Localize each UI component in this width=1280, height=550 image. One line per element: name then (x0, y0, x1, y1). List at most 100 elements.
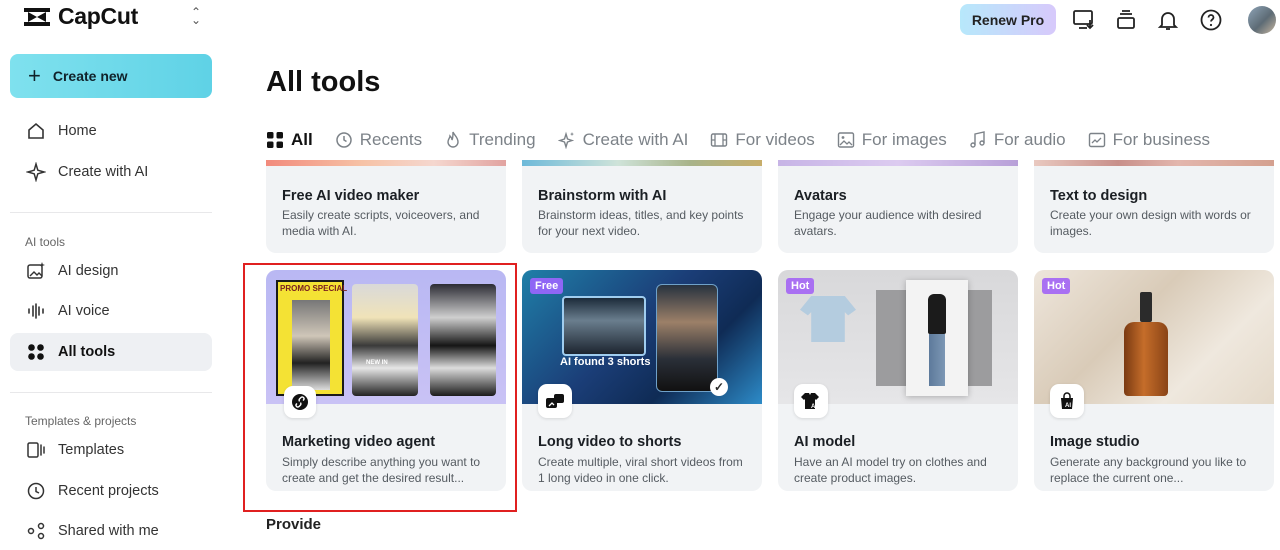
sparkle-icon (557, 131, 574, 149)
tab-recents[interactable]: Recents (335, 128, 422, 152)
tool-title: Free AI video maker (282, 188, 420, 204)
tool-card-free-ai-video-maker[interactable]: Free AI video maker Easily create script… (266, 160, 506, 253)
long-video-frame (562, 296, 646, 356)
sidebar-item-recent-projects[interactable]: Recent projects (10, 472, 212, 510)
template-icon (27, 442, 45, 458)
sidebar-item-label: All tools (58, 344, 116, 360)
tab-for-audio[interactable]: For audio (969, 128, 1066, 152)
tool-thumbnail (778, 160, 1018, 166)
tool-description: Generate any background you like to repl… (1050, 455, 1247, 485)
plus-icon: + (28, 63, 41, 88)
templates-projects-heading: Templates & projects (25, 414, 137, 428)
tab-for-business[interactable]: For business (1088, 128, 1210, 152)
sidebar-item-label: Shared with me (58, 523, 159, 539)
sidebar-item-label: Create with AI (58, 164, 149, 180)
create-new-button[interactable]: + Create new (10, 54, 212, 98)
grid-icon (267, 132, 283, 148)
monitor-download-icon[interactable] (1072, 8, 1096, 32)
sidebar-item-create-with-ai[interactable]: Create with AI (10, 153, 212, 191)
sidebar-item-ai-design[interactable]: AI design (10, 252, 212, 290)
tab-trending[interactable]: Trending (444, 128, 536, 152)
selection-highlight (243, 263, 517, 512)
ai-tools-heading: AI tools (25, 235, 66, 249)
chart-icon (1088, 132, 1105, 148)
sidebar-item-label: AI design (58, 263, 119, 279)
sidebar-item-all-tools[interactable]: All tools (10, 333, 212, 371)
tool-description: Create multiple, viral short videos from… (538, 455, 743, 485)
flame-icon (447, 131, 459, 148)
grid-icon (28, 344, 44, 360)
create-new-label: Create new (52, 68, 128, 84)
capcut-logo[interactable]: CapCut (22, 3, 138, 30)
tool-description: Easily create scripts, voiceovers, and m… (282, 208, 480, 238)
tab-label: Trending (469, 130, 536, 149)
sidebar-item-templates[interactable]: Templates (10, 431, 212, 469)
sidebar: CapCut ⌃ ⌄ + Create new Home Create with … (0, 0, 226, 540)
help-icon[interactable] (1199, 8, 1223, 32)
tab-for-images[interactable]: For images (837, 128, 947, 152)
image-icon (837, 132, 854, 148)
share-icon (27, 522, 45, 540)
model-jeans (929, 334, 945, 386)
tool-card-brainstorm-with-ai[interactable]: Brainstorm with AI Brainstorm ideas, tit… (522, 160, 762, 253)
hot-badge: Hot (786, 278, 815, 294)
tab-label: For images (861, 130, 947, 149)
sidebar-item-label: Home (58, 123, 97, 139)
waveform-icon (28, 303, 44, 319)
tool-description: Brainstorm ideas, titles, and key points… (538, 208, 744, 238)
tool-title: Image studio (1050, 434, 1140, 450)
film-icon (711, 133, 728, 147)
sidebar-item-ai-voice[interactable]: AI voice (10, 292, 212, 330)
tab-label: For audio (993, 130, 1066, 149)
tab-label: Recents (359, 130, 423, 149)
clock-icon (335, 132, 352, 148)
hot-badge: Hot (1042, 278, 1071, 294)
tool-description: Engage your audience with desired avatar… (794, 208, 982, 238)
tool-thumbnail (1034, 160, 1274, 166)
tool-thumbnail (266, 160, 506, 166)
sidebar-item-label: Templates (58, 442, 125, 458)
sidebar-item-label: AI voice (58, 303, 110, 319)
sidebar-item-home[interactable]: Home (10, 112, 212, 150)
clock-icon (27, 482, 45, 500)
user-avatar[interactable] (1248, 6, 1276, 34)
tab-all[interactable]: All (266, 128, 313, 152)
stack-icon[interactable] (1114, 8, 1138, 32)
tool-card-avatars[interactable]: Avatars Engage your audience with desire… (778, 160, 1018, 253)
tool-title: Text to design (1050, 188, 1148, 204)
model-top (928, 294, 946, 334)
tshirt-image (800, 296, 856, 342)
shorts-icon (538, 384, 572, 418)
sidebar-divider (10, 392, 212, 393)
capcut-logo-icon (24, 7, 50, 26)
model-photo (906, 280, 968, 396)
tool-description: Have an AI model try on clothes and crea… (794, 455, 987, 485)
top-bar: Renew Pro (226, 0, 1280, 40)
bell-icon[interactable] (1156, 8, 1180, 32)
tab-label: For business (1112, 130, 1210, 149)
image-sparkle-icon (27, 262, 45, 279)
dropper-cap (1140, 292, 1152, 322)
sparkle-icon (26, 162, 46, 182)
renew-pro-button[interactable]: Renew Pro (960, 4, 1056, 35)
next-section-heading: Provide (266, 516, 322, 533)
tool-title: Brainstorm with AI (538, 188, 667, 204)
tool-title: Long video to shorts (538, 434, 682, 450)
free-badge: Free (530, 278, 564, 294)
app-name: CapCut (58, 3, 138, 29)
chevron-updown-icon[interactable]: ⌃ ⌄ (188, 6, 204, 26)
check-icon: ✓ (710, 378, 728, 396)
home-icon (28, 122, 44, 139)
tool-card-long-video-to-shorts[interactable]: Free AI found 3 shorts ✓ Long video to s… (522, 270, 762, 491)
category-tabs: All Recents Trending Create with AI For … (266, 128, 1232, 152)
shirt-ai-icon: AI (794, 384, 828, 418)
tool-card-image-studio[interactable]: Hot AI Image studio Generate any backgro… (1034, 270, 1274, 491)
sidebar-divider (10, 212, 212, 213)
tab-for-videos[interactable]: For videos (710, 128, 815, 152)
tool-card-ai-model[interactable]: Hot AI AI model Have an AI model try on … (778, 270, 1018, 491)
tab-label: All (291, 130, 313, 149)
tool-card-text-to-design[interactable]: Text to design Create your own design wi… (1034, 160, 1274, 253)
tab-create-with-ai[interactable]: Create with AI (557, 128, 688, 152)
sidebar-item-shared[interactable]: Shared with me (10, 512, 212, 550)
tool-thumbnail (522, 160, 762, 166)
